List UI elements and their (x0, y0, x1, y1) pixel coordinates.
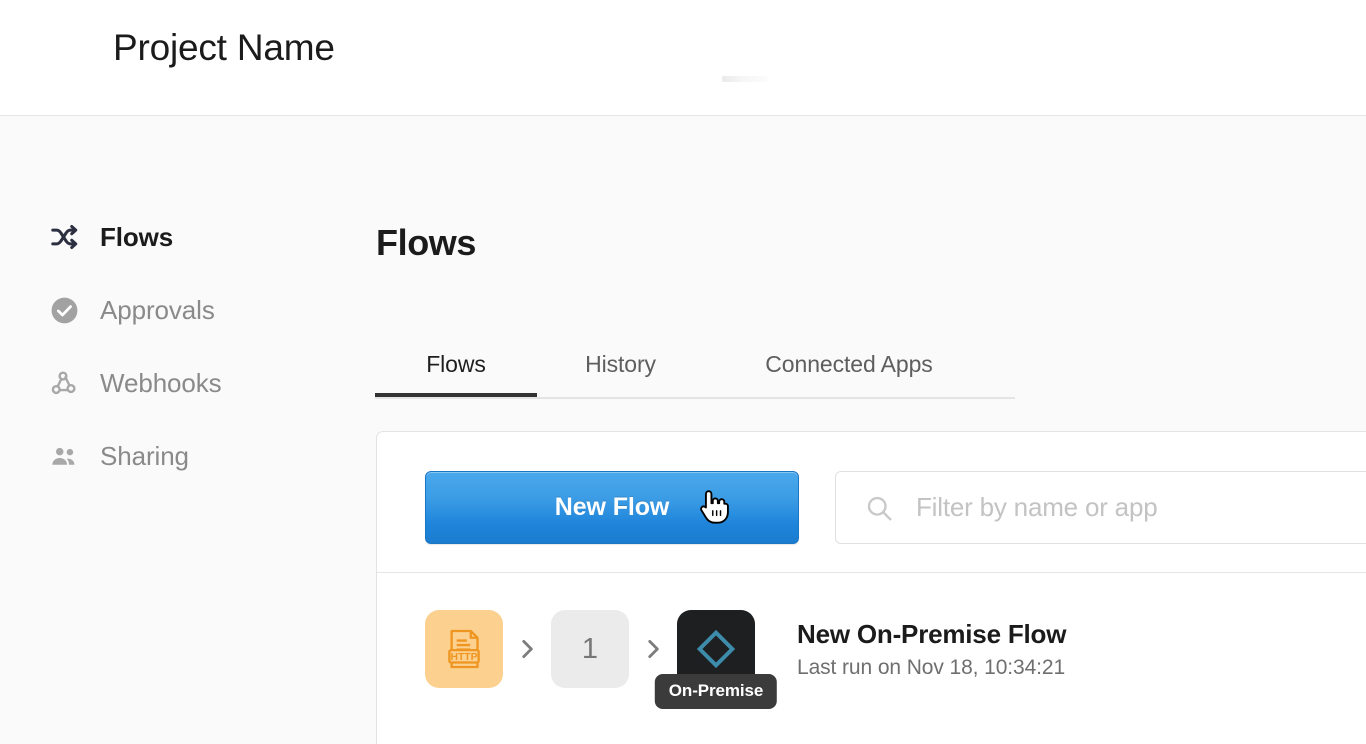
svg-text:HTTP: HTTP (450, 652, 477, 663)
search-icon (864, 493, 894, 523)
onpremise-app-wrap: On-Premise (677, 610, 755, 688)
tab-bar: Flows History Connected Apps (375, 331, 1015, 399)
tab-connected-apps[interactable]: Connected Apps (704, 331, 994, 397)
flow-step-count-badge: 1 (551, 610, 629, 688)
app-header: Project Name (0, 0, 1366, 116)
sidebar-item-label: Sharing (100, 441, 189, 472)
tab-history[interactable]: History (537, 331, 704, 397)
sidebar-item-label: Approvals (100, 295, 215, 326)
sidebar-item-approvals[interactable]: Approvals (48, 290, 215, 330)
webhook-icon (48, 367, 80, 399)
flows-toolbar: New Flow Filter by name or app (377, 432, 1366, 573)
header-partial-element (722, 76, 768, 82)
flow-last-run: Last run on Nov 18, 10:34:21 (797, 656, 1066, 680)
page-title: Flows (376, 222, 476, 264)
http-app-icon: HTTP (425, 610, 503, 688)
flow-name: New On-Premise Flow (797, 619, 1066, 650)
sidebar-item-label: Flows (100, 222, 173, 253)
flow-info: New On-Premise Flow Last run on Nov 18, … (797, 619, 1066, 680)
app-root: Project Name Flows Approva (0, 0, 1366, 744)
tab-bar-rule (375, 397, 1015, 399)
flow-list-item[interactable]: HTTP 1 (377, 574, 1366, 724)
chevron-right-icon (503, 636, 551, 662)
main-content: Flows Flows History Connected Apps New F… (360, 117, 1366, 744)
filter-search-box[interactable]: Filter by name or app (835, 471, 1366, 544)
tab-label: History (585, 351, 656, 378)
sidebar-item-sharing[interactable]: Sharing (48, 436, 189, 476)
tab-label: Flows (426, 351, 486, 378)
tab-flows[interactable]: Flows (375, 331, 537, 397)
shuffle-icon (48, 221, 80, 253)
flow-step-count: 1 (582, 633, 598, 666)
sidebar-item-label: Webhooks (100, 368, 222, 399)
new-flow-button[interactable]: New Flow (425, 471, 799, 544)
sidebar: Flows Approvals (0, 117, 360, 744)
sidebar-item-webhooks[interactable]: Webhooks (48, 363, 222, 403)
flows-card: New Flow Filter by name or app (376, 431, 1366, 744)
chevron-right-icon (629, 636, 677, 662)
filter-search-input[interactable]: Filter by name or app (916, 492, 1157, 523)
page-header-title: Project Name (113, 27, 335, 69)
check-circle-icon (48, 294, 80, 326)
sidebar-item-flows[interactable]: Flows (48, 217, 173, 257)
tab-label: Connected Apps (765, 351, 932, 378)
onpremise-tooltip: On-Premise (655, 674, 777, 709)
flow-app-chain: HTTP 1 (425, 610, 755, 688)
people-icon (48, 440, 80, 472)
new-flow-button-label: New Flow (555, 493, 669, 522)
